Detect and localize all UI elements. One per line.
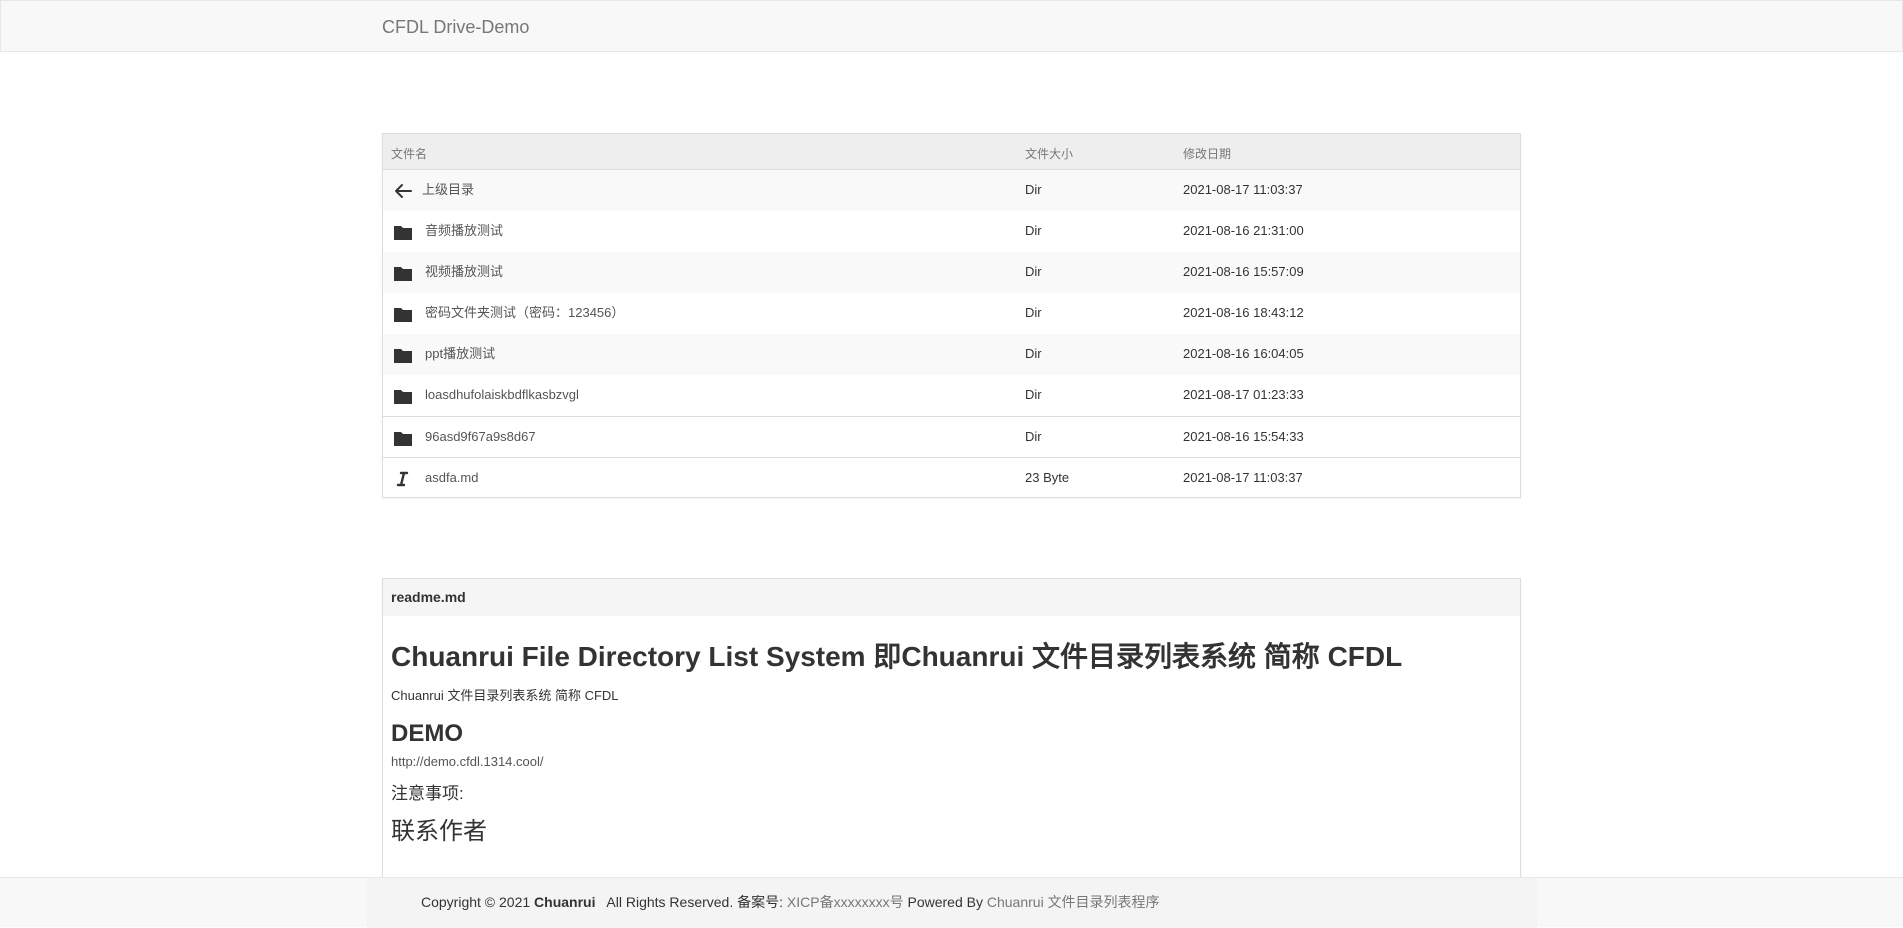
row-name[interactable]: 密码文件夹测试（密码：123456） — [425, 305, 624, 321]
folder-icon — [393, 387, 413, 405]
demo-link[interactable]: http://demo.cfdl.1314.cool/ — [391, 754, 1512, 769]
row-size: Dir — [1025, 264, 1042, 279]
row-date: 2021-08-17 11:03:37 — [1183, 182, 1303, 197]
row-date: 2021-08-16 18:43:12 — [1183, 305, 1304, 320]
folder-icon — [393, 429, 413, 447]
row-name[interactable]: 96asd9f67a9s8d67 — [425, 429, 536, 445]
table-row[interactable]: 96asd9f67a9s8d67 Dir 2021-08-16 15:54:33 — [383, 416, 1520, 457]
italic-file-icon — [393, 470, 413, 488]
table-row[interactable]: ppt播放测试 Dir 2021-08-16 16:04:05 — [383, 334, 1520, 375]
row-name[interactable]: ppt播放测试 — [425, 346, 495, 362]
footer-text: Copyright © 2021 Chuanrui All Rights Res… — [421, 892, 1160, 912]
row-name[interactable]: asdfa.md — [425, 470, 478, 486]
row-size: Dir — [1025, 182, 1042, 197]
row-size: Dir — [1025, 387, 1042, 402]
folder-icon — [393, 346, 413, 364]
header-date: 修改日期 — [1183, 147, 1232, 161]
readme-demo-heading: DEMO — [391, 720, 463, 747]
row-date: 2021-08-17 01:23:33 — [1183, 387, 1304, 402]
header-size: 文件大小 — [1025, 147, 1074, 161]
table-row[interactable]: 上级目录 Dir 2021-08-17 11:03:37 — [383, 170, 1520, 211]
readme-heading: Chuanrui File Directory List System 即Chu… — [391, 641, 1403, 672]
folder-icon — [393, 264, 413, 282]
row-size: Dir — [1025, 346, 1042, 361]
row-name[interactable]: 音频播放测试 — [425, 223, 503, 239]
row-size: Dir — [1025, 305, 1042, 320]
table-header: 文件名 文件大小 修改日期 — [383, 134, 1520, 170]
row-date: 2021-08-16 16:04:05 — [1183, 346, 1304, 361]
table-row[interactable]: 密码文件夹测试（密码：123456） Dir 2021-08-16 18:43:… — [383, 293, 1520, 334]
header-name: 文件名 — [391, 147, 428, 161]
file-table: 文件名 文件大小 修改日期 上级目录 Dir 2021-08-17 11:03:… — [382, 133, 1521, 498]
arrow-left-icon — [393, 182, 413, 200]
footer-copyright: Copyright © 2021 — [421, 894, 531, 910]
table-row[interactable]: 音频播放测试 Dir 2021-08-16 21:31:00 — [383, 211, 1520, 252]
footer-powered-label: Powered By — [907, 894, 983, 910]
footer-beian-label: 备案号: — [737, 894, 784, 910]
row-name[interactable]: 上级目录 — [422, 182, 474, 198]
footer-rights: All Rights Reserved. — [606, 894, 734, 910]
row-name[interactable]: 视频播放测试 — [425, 264, 503, 280]
row-name[interactable]: loasdhufolaiskbdflkasbzvgl — [425, 387, 579, 403]
brand-link[interactable]: CFDL Drive-Demo — [382, 17, 529, 37]
row-size: Dir — [1025, 223, 1042, 238]
table-row[interactable]: asdfa.md 23 Byte 2021-08-17 11:03:37 — [383, 457, 1520, 498]
folder-icon — [393, 223, 413, 241]
folder-icon — [393, 305, 413, 323]
readme-note: 注意事项: — [391, 784, 464, 803]
footer: Copyright © 2021 Chuanrui All Rights Res… — [0, 877, 1903, 928]
readme-body: Chuanrui File Directory List System 即Chu… — [383, 641, 1520, 846]
footer-owner: Chuanrui — [534, 894, 596, 910]
row-date: 2021-08-16 21:31:00 — [1183, 223, 1304, 238]
readme-contact-heading: 联系作者 — [391, 818, 487, 845]
readme-panel: readme.md Chuanrui File Directory List S… — [382, 578, 1521, 878]
row-size: Dir — [1025, 429, 1042, 444]
readme-paragraph: Chuanrui 文件目录列表系统 简称 CFDL — [391, 688, 619, 703]
navbar: CFDL Drive-Demo — [0, 0, 1903, 52]
readme-title: readme.md — [383, 579, 1520, 616]
table-row[interactable]: loasdhufolaiskbdflkasbzvgl Dir 2021-08-1… — [383, 375, 1520, 416]
row-date: 2021-08-17 11:03:37 — [1183, 470, 1303, 485]
table-row[interactable]: 视频播放测试 Dir 2021-08-16 15:57:09 — [383, 252, 1520, 293]
footer-powered-link[interactable]: Chuanrui 文件目录列表程序 — [987, 894, 1160, 910]
row-size: 23 Byte — [1025, 470, 1070, 485]
footer-beian-link[interactable]: XICP备xxxxxxxx号 — [787, 894, 904, 910]
row-date: 2021-08-16 15:54:33 — [1183, 429, 1304, 444]
row-date: 2021-08-16 15:57:09 — [1183, 264, 1304, 279]
